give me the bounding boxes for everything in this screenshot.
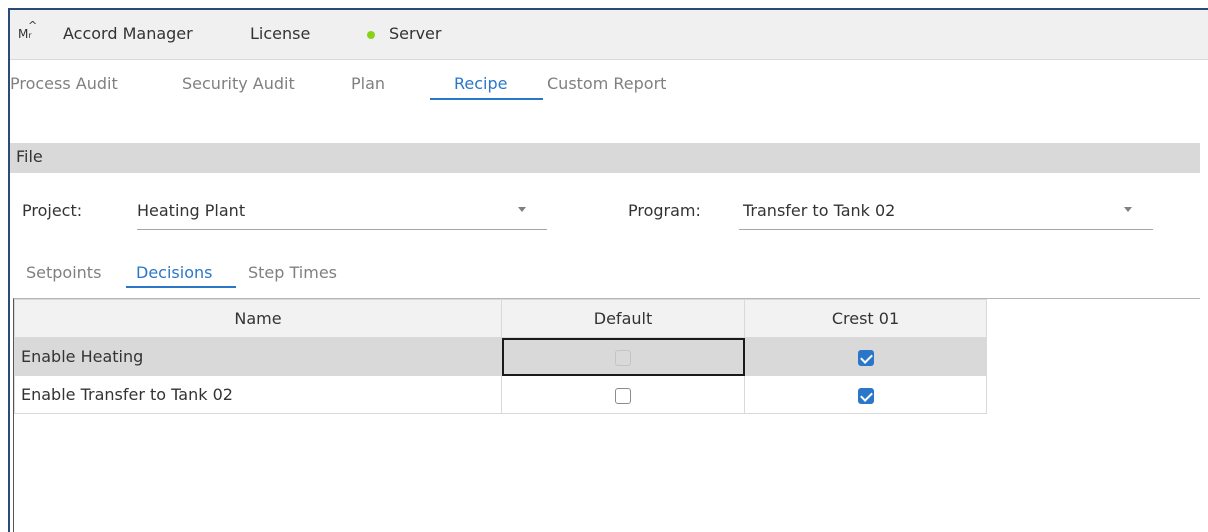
main-tabs: Process Audit Security Audit Plan Recipe… — [10, 60, 1208, 102]
tab-custom-report[interactable]: Custom Report — [547, 74, 666, 93]
active-tab-indicator — [430, 98, 543, 100]
app-logo-icon[interactable]: Mr ^ — [18, 19, 40, 45]
row-name: Enable Heating — [14, 337, 502, 376]
section-title: File — [16, 147, 43, 166]
program-label: Program: — [628, 201, 701, 220]
column-header-name[interactable]: Name — [14, 299, 502, 338]
tab-plan[interactable]: Plan — [351, 74, 385, 93]
project-underline — [137, 229, 547, 230]
crest-01-checkbox[interactable] — [857, 387, 874, 404]
column-header-default[interactable]: Default — [501, 299, 745, 338]
project-dropdown-icon — [518, 207, 526, 212]
project-value: Heating Plant — [137, 201, 246, 220]
program-dropdown-icon — [1124, 207, 1132, 212]
file-section-header: File — [10, 143, 1200, 173]
default-checkbox — [615, 349, 631, 366]
subtab-step-times[interactable]: Step Times — [248, 263, 337, 282]
crest-01-cell[interactable] — [744, 375, 987, 414]
table-row[interactable]: Enable Heating — [14, 337, 987, 376]
program-value: Transfer to Tank 02 — [743, 201, 896, 220]
table-header-row: Name Default Crest 01 — [14, 299, 987, 338]
subtab-decisions[interactable]: Decisions — [136, 263, 212, 282]
tab-security-audit[interactable]: Security Audit — [182, 74, 295, 93]
default-checkbox[interactable] — [615, 387, 631, 404]
server-status-icon — [367, 31, 375, 39]
active-subtab-indicator — [126, 286, 236, 288]
subtab-setpoints[interactable]: Setpoints — [26, 263, 101, 282]
crest-01-cell[interactable] — [744, 337, 987, 376]
crest-01-checkbox[interactable] — [857, 349, 874, 366]
column-header-crest-01[interactable]: Crest 01 — [744, 299, 987, 338]
decisions-table: Name Default Crest 01 Enable Heating Ena — [14, 299, 987, 414]
accord-manager-menu[interactable]: Accord Manager — [63, 24, 193, 43]
server-menu[interactable]: Server — [389, 24, 441, 43]
table-row[interactable]: Enable Transfer to Tank 02 — [14, 375, 987, 414]
default-cell[interactable] — [501, 337, 745, 376]
tab-recipe[interactable]: Recipe — [454, 74, 507, 93]
row-name: Enable Transfer to Tank 02 — [14, 375, 502, 414]
app-window: Mr ^ Accord Manager License Server Proce… — [8, 8, 1208, 532]
decisions-grid-panel: Name Default Crest 01 Enable Heating Ena — [13, 298, 1200, 532]
project-label: Project: — [22, 201, 83, 220]
tab-process-audit[interactable]: Process Audit — [10, 74, 118, 93]
top-bar: Mr ^ Accord Manager License Server — [10, 10, 1208, 60]
default-cell[interactable] — [501, 375, 745, 414]
license-menu[interactable]: License — [250, 24, 310, 43]
program-underline — [739, 229, 1153, 230]
